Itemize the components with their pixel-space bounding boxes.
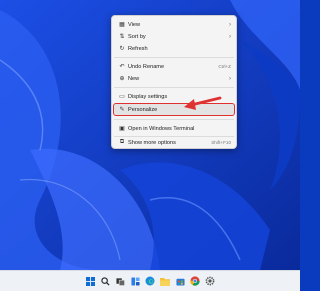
shortcut-text: Shift+F10 [211,140,231,145]
chevron-right-icon: › [229,21,231,28]
menu-item-sort-by[interactable]: ⇅ Sort by › [114,31,234,42]
menu-divider [114,57,234,58]
more-options-icon: ⧉ [119,139,125,145]
display-icon: ▭ [119,94,125,100]
menu-item-label: Open in Windows Terminal [128,125,195,132]
menu-item-open-terminal[interactable]: ▣ Open in Windows Terminal [114,123,234,134]
undo-icon: ↶ [119,64,125,70]
menu-item-label: View [128,21,141,28]
menu-item-label: Show more options [128,139,176,146]
desktop-context-menu: ▦ View › ⇅ Sort by › ↻ Refresh ↶ Undo Re… [111,15,237,149]
chrome-icon[interactable] [190,276,201,287]
menu-item-refresh[interactable]: ↻ Refresh [114,43,234,54]
menu-item-label: Undo Rename [128,63,165,70]
refresh-icon: ↻ [119,46,125,52]
search-icon[interactable] [100,276,111,287]
file-explorer-icon[interactable] [160,276,171,287]
terminal-icon: ▣ [119,126,125,132]
menu-divider [114,119,234,120]
menu-item-view[interactable]: ▦ View › [114,19,234,30]
task-view-icon[interactable] [115,276,126,287]
settings-icon[interactable] [205,276,216,287]
edge-icon[interactable] [145,276,156,287]
menu-item-label: Sort by [128,33,146,40]
menu-item-undo-rename[interactable]: ↶ Undo Rename Ctrl+Z [114,61,234,72]
view-grid-icon: ▦ [119,22,125,28]
menu-divider [114,87,234,88]
shortcut-text: Ctrl+Z [218,64,231,69]
windows-start-icon[interactable] [85,276,96,287]
widgets-icon[interactable] [130,276,141,287]
new-icon: ⊕ [119,76,125,82]
chevron-right-icon: › [229,75,231,82]
sort-icon: ⇅ [119,34,125,40]
menu-item-label: Refresh [128,45,148,52]
red-arrow-annotation [184,96,222,110]
taskbar [0,270,300,291]
store-icon[interactable] [175,276,186,287]
menu-item-new[interactable]: ⊕ New › [114,73,234,84]
menu-item-show-more-options[interactable]: ⧉ Show more options Shift+F10 [114,137,234,148]
brush-icon: ✎ [119,107,125,113]
menu-item-label: New [128,75,140,82]
chevron-right-icon: › [229,33,231,40]
